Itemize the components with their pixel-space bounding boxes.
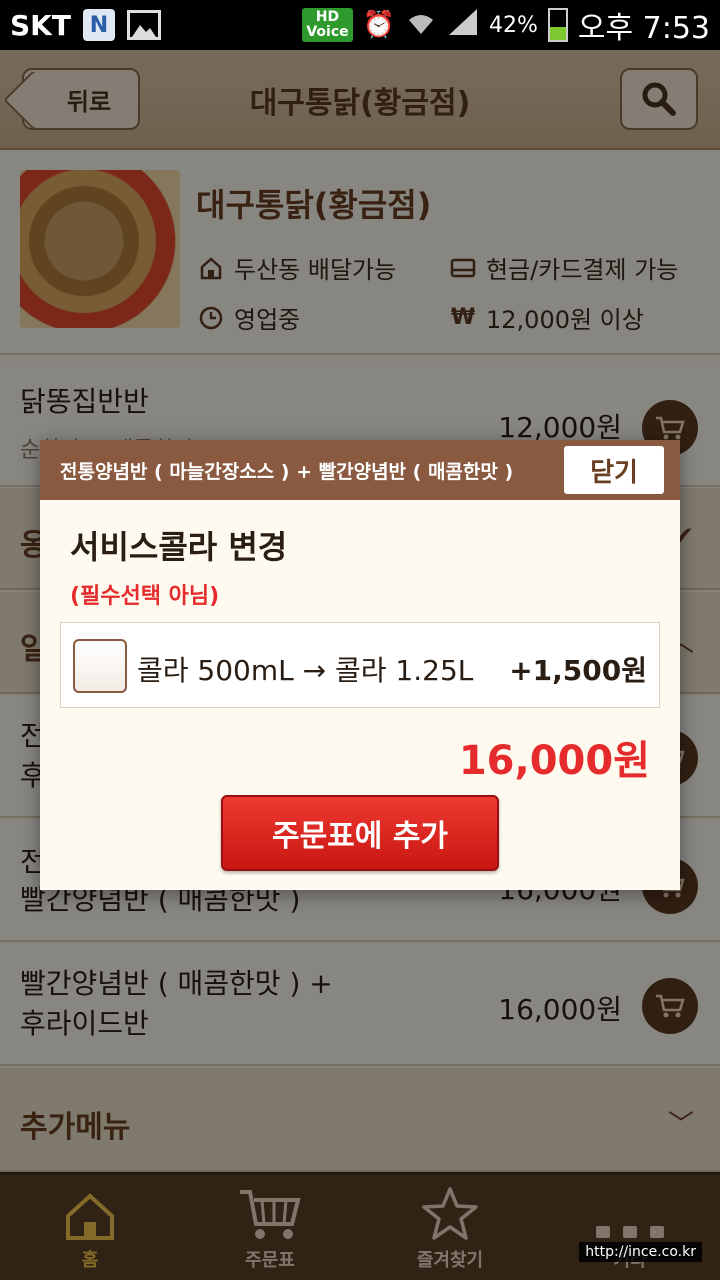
dialog-menu-name: 전통양념반 ( 마늘간장소스 ) + 빨간양념반 ( 매콤한맛 ) bbox=[60, 460, 514, 483]
battery-icon bbox=[547, 8, 568, 42]
alarm-icon: ⏰ bbox=[362, 10, 395, 40]
option-price: +1,500원 bbox=[509, 654, 647, 687]
image-notification-icon bbox=[126, 10, 161, 40]
add-to-order-button[interactable]: 주문표에 추가 bbox=[221, 795, 499, 871]
option-dialog: 전통양념반 ( 마늘간장소스 ) + 빨간양념반 ( 매콤한맛 ) 닫기 서비스… bbox=[40, 440, 680, 890]
dialog-header: 전통양념반 ( 마늘간장소스 ) + 빨간양념반 ( 매콤한맛 ) 닫기 bbox=[40, 440, 680, 500]
signal-icon bbox=[447, 7, 479, 44]
optional-note: (필수선택 아님) bbox=[70, 584, 220, 609]
battery-percent: 42% bbox=[488, 12, 538, 38]
naver-notification-icon: N bbox=[82, 9, 115, 41]
option-label: 콜라 500mL → 콜라 1.25L bbox=[137, 654, 474, 687]
close-button[interactable]: 닫기 bbox=[564, 446, 664, 494]
clock: 오후 7:53 bbox=[577, 11, 710, 46]
option-checkbox[interactable] bbox=[73, 639, 127, 693]
watermark: http://ince.co.kr bbox=[579, 1242, 702, 1262]
dialog-title: 서비스콜라 변경 bbox=[70, 528, 288, 566]
carrier-label: SKT bbox=[10, 8, 71, 42]
total-price: 16,000원 bbox=[458, 738, 650, 784]
wifi-icon bbox=[405, 8, 437, 43]
hd-voice-icon: HD Voice bbox=[302, 8, 353, 42]
status-bar: SKT N HD Voice ⏰ 42% 오후 7:53 bbox=[0, 0, 720, 50]
cola-upgrade-option[interactable]: 콜라 500mL → 콜라 1.25L +1,500원 bbox=[60, 622, 660, 708]
